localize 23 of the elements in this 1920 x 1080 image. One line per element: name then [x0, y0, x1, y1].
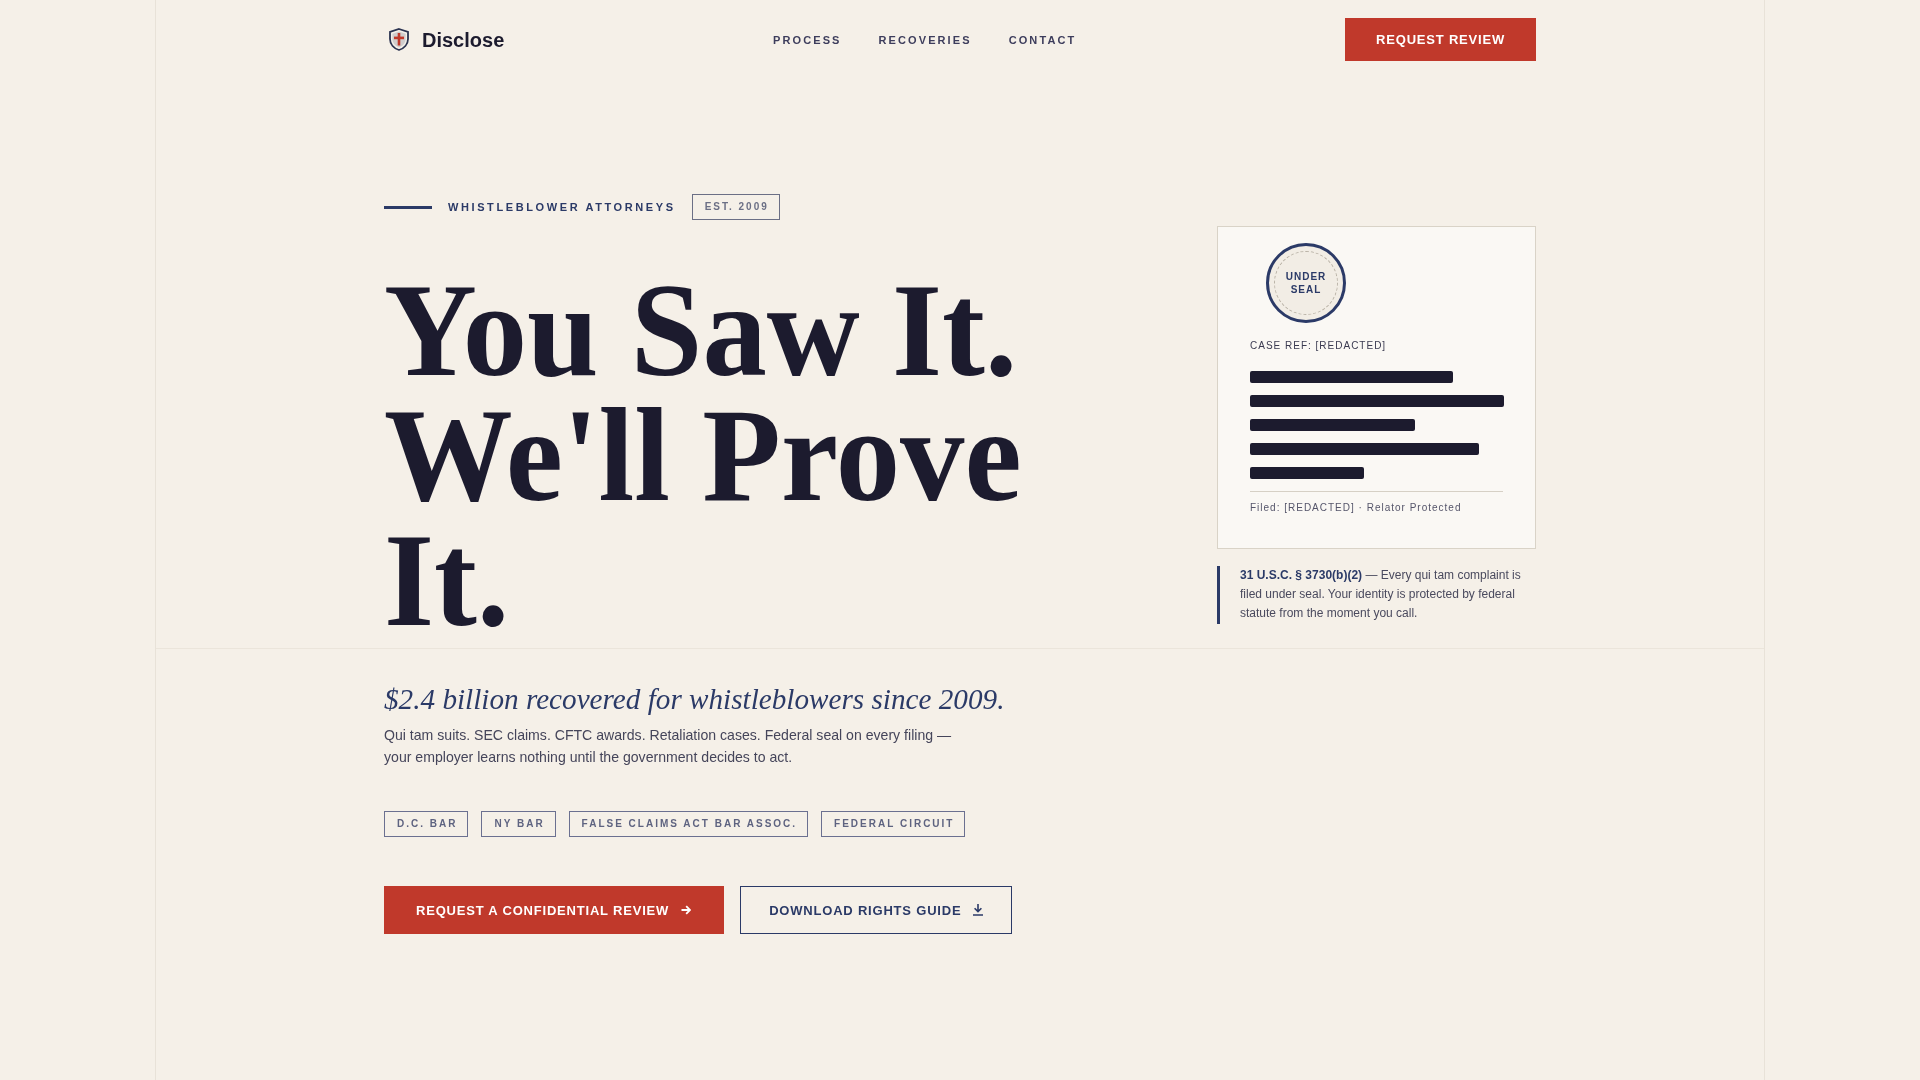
nav-link[interactable]: PROCESS	[773, 32, 842, 47]
request-review-button[interactable]: REQUEST REVIEW	[1345, 18, 1536, 61]
nav-link[interactable]: CONTACT	[1008, 32, 1077, 47]
filing-status: Filed: [REDACTED] · Relator Protected	[1250, 501, 1463, 515]
hero-subtitle: $2.4 billion recovered for whistleblowers since 2009.	[384, 682, 1006, 717]
logo-link[interactable]: Disclose	[389, 27, 505, 52]
credential-tag: FEDERAL CIRCUIT	[821, 811, 966, 837]
hero-description: Qui tam suits. SEC claims. CFTC awards. Retaliation cases. Federal seal on every filing — your employer learns nothing until the government decides to act.	[384, 726, 953, 767]
hero-headline: You Saw It. We'll Prove It.	[384, 268, 1023, 643]
download-icon	[973, 904, 984, 916]
case-reference: CASE REF: [REDACTED]	[1250, 339, 1388, 353]
download-guide-button[interactable]: DOWNLOAD RIGHTS GUIDE	[740, 886, 1013, 934]
confidential-review-button[interactable]: REQUEST A CONFIDENTIAL REVIEW	[384, 886, 725, 934]
seal-stamp: UNDER SEAL	[1266, 243, 1346, 323]
credential-tag: NY BAR	[481, 811, 556, 837]
credential-tag: FALSE CLAIMS ACT BAR ASSOC.	[568, 811, 809, 837]
credential-tag: D.C. BAR	[384, 811, 469, 837]
eyebrow-label: WHISTLEBLOWER ATTORNEYS	[448, 200, 676, 214]
shield-icon	[389, 28, 409, 51]
arrow-right-icon	[681, 905, 692, 915]
nav-link[interactable]: RECOVERIES	[878, 32, 972, 47]
established-tag: EST. 2009	[691, 194, 780, 220]
statute-note: 31 U.S.C. § 3730(b)(2) — Every qui tam complaint is filed under seal. Your identity is protected by federal statute from the moment you call.	[1217, 566, 1536, 624]
